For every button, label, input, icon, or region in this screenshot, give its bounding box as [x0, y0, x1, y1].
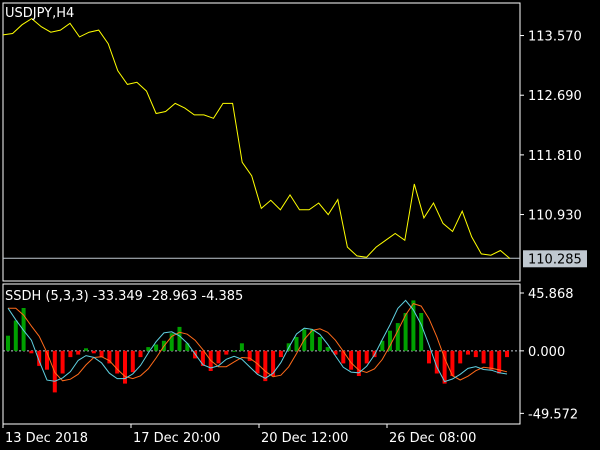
histogram-bar	[481, 350, 486, 364]
histogram-bar	[60, 350, 65, 374]
histogram-bar	[473, 350, 478, 358]
price-pane-frame	[2, 2, 521, 282]
oscillator-tick-label: -49.572	[528, 407, 578, 422]
price-pane[interactable]	[2, 17, 520, 259]
histogram-bar	[29, 350, 34, 354]
price-line	[2, 17, 511, 259]
histogram-bar	[255, 350, 260, 374]
histogram-bar	[91, 350, 96, 354]
price-tick-label: 111.810	[528, 149, 582, 164]
price-tick-label: 113.570	[528, 30, 582, 45]
histogram-bar	[458, 350, 463, 364]
time-axis: 13 Dec 2018 17 Dec 20:00 20 Dec 12:00 26 De…	[2, 424, 476, 446]
histogram-bar	[130, 350, 135, 373]
histogram-bar	[99, 350, 104, 358]
time-tick-label: 13 Dec 2018	[5, 431, 88, 446]
price-axis: 113.570 112.690 111.810 110.930 110.285	[520, 30, 587, 268]
histogram-bar	[68, 350, 73, 358]
time-tick-label: 20 Dec 12:00	[261, 431, 348, 446]
histogram-bar	[466, 350, 470, 355]
histogram-bar	[224, 350, 229, 355]
histogram-bar	[232, 350, 237, 352]
histogram-bar	[505, 350, 509, 358]
histogram-bar	[84, 348, 88, 351]
time-tick-label: 26 Dec 08:00	[389, 431, 476, 446]
histogram-bar	[419, 313, 424, 351]
histogram-bar	[489, 350, 494, 370]
histogram-bar	[13, 320, 18, 351]
price-tick-label: 112.690	[528, 89, 582, 104]
oscillator-axis: 45.868 0.000 -49.572	[520, 287, 578, 422]
oscillator-tick-label: 0.000	[528, 345, 565, 360]
current-price-label: 110.285	[528, 252, 582, 267]
histogram-bar	[138, 350, 143, 358]
chart-frames	[2, 2, 521, 425]
histogram-bar	[278, 350, 283, 358]
histogram-bar	[271, 350, 276, 376]
histogram-bar	[216, 350, 221, 364]
histogram-bar	[294, 337, 299, 351]
oscillator-pane[interactable]	[3, 299, 520, 393]
histogram-bar	[239, 343, 244, 351]
oscillator-title: SSDH (5,3,3) -33.349 -28.963 -4.385	[5, 289, 243, 304]
price-chart-title: USDJPY,H4	[5, 6, 74, 21]
time-tick-label: 17 Dec 20:00	[133, 431, 220, 446]
histogram-bar	[154, 344, 159, 351]
oscillator-tick-label: 45.868	[528, 287, 574, 302]
histogram-bar	[317, 337, 322, 351]
oscillator-pane-frame	[2, 283, 521, 425]
histogram-bar	[76, 350, 81, 355]
histogram-bar	[263, 350, 268, 382]
histogram-bar	[364, 350, 369, 364]
histogram-bar	[427, 350, 431, 364]
histogram-bar	[325, 347, 330, 351]
histogram-bar	[6, 335, 10, 351]
price-tick-label: 110.930	[528, 209, 582, 224]
histogram-bar	[177, 326, 182, 351]
trading-chart[interactable]: 113.570 112.690 111.810 110.930 110.285 45.8…	[0, 0, 600, 450]
